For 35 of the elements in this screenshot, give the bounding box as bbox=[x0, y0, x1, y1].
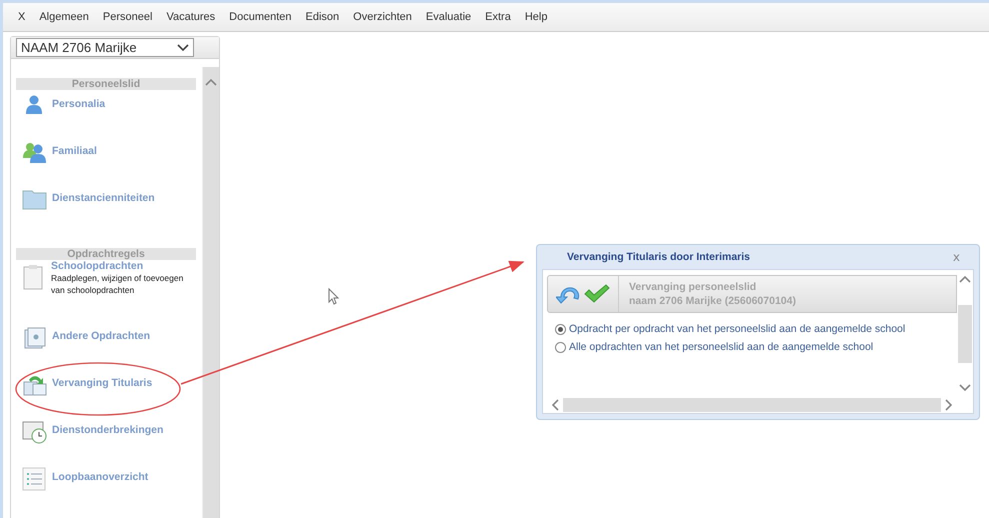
folder-icon bbox=[22, 188, 48, 210]
dialog-subheading: naam 2706 Marijke (25606070104) bbox=[629, 295, 796, 307]
dialog-title: Vervanging Titularis door Interimaris bbox=[567, 251, 750, 263]
sidebar-item[interactable]: Schoolopdrachten Raadplegen, wijzigen of toevoegen van schoolopdrachten bbox=[16, 260, 196, 322]
radio-option[interactable]: Alle opdrachten van het personeelslid aan de aangemelde school bbox=[555, 341, 957, 353]
menu-item[interactable]: Evaluatie bbox=[418, 11, 478, 23]
checkmark-icon[interactable] bbox=[584, 284, 610, 304]
menu-item[interactable]: Vacatures bbox=[159, 11, 222, 23]
people-icon bbox=[22, 141, 48, 163]
clipboard-icon bbox=[22, 264, 44, 290]
menu-item[interactable]: Personeel bbox=[96, 11, 160, 23]
chevron-up-icon[interactable] bbox=[205, 78, 217, 86]
menu-item[interactable]: Edison bbox=[298, 11, 346, 23]
menu-item[interactable]: Documenten bbox=[222, 11, 299, 23]
person-select[interactable]: NAAM 2706 Marijke bbox=[16, 38, 194, 57]
menu-item[interactable]: Help bbox=[518, 11, 554, 23]
radio-option[interactable]: Opdracht per opdracht van het personeelslid aan de aangemelde school bbox=[555, 323, 957, 335]
cursor-icon bbox=[328, 288, 340, 305]
menu-item[interactable]: Overzichten bbox=[346, 11, 419, 23]
chevron-up-icon[interactable] bbox=[959, 275, 971, 283]
menu-item[interactable]: Algemeen bbox=[32, 11, 96, 23]
radio-button[interactable] bbox=[555, 324, 566, 334]
calendar-clock-icon bbox=[22, 420, 48, 444]
menu-item[interactable]: Extra bbox=[478, 11, 518, 23]
chevron-down-icon[interactable] bbox=[177, 44, 189, 52]
dialog-heading: Vervanging personeelslid bbox=[629, 281, 758, 293]
item-description: Raadplegen, wijzigen of toevoegen van schoolopdrachten bbox=[51, 272, 184, 296]
menu-item[interactable]: X bbox=[11, 11, 32, 23]
chevron-left-icon[interactable] bbox=[551, 399, 559, 411]
radio-button[interactable] bbox=[555, 342, 566, 352]
documents-icon bbox=[22, 326, 48, 350]
section-header: Personeelslid bbox=[16, 78, 196, 90]
checklist-icon bbox=[22, 467, 46, 491]
chevron-right-icon[interactable] bbox=[945, 399, 953, 411]
section-header: Opdrachtregels bbox=[16, 248, 196, 260]
